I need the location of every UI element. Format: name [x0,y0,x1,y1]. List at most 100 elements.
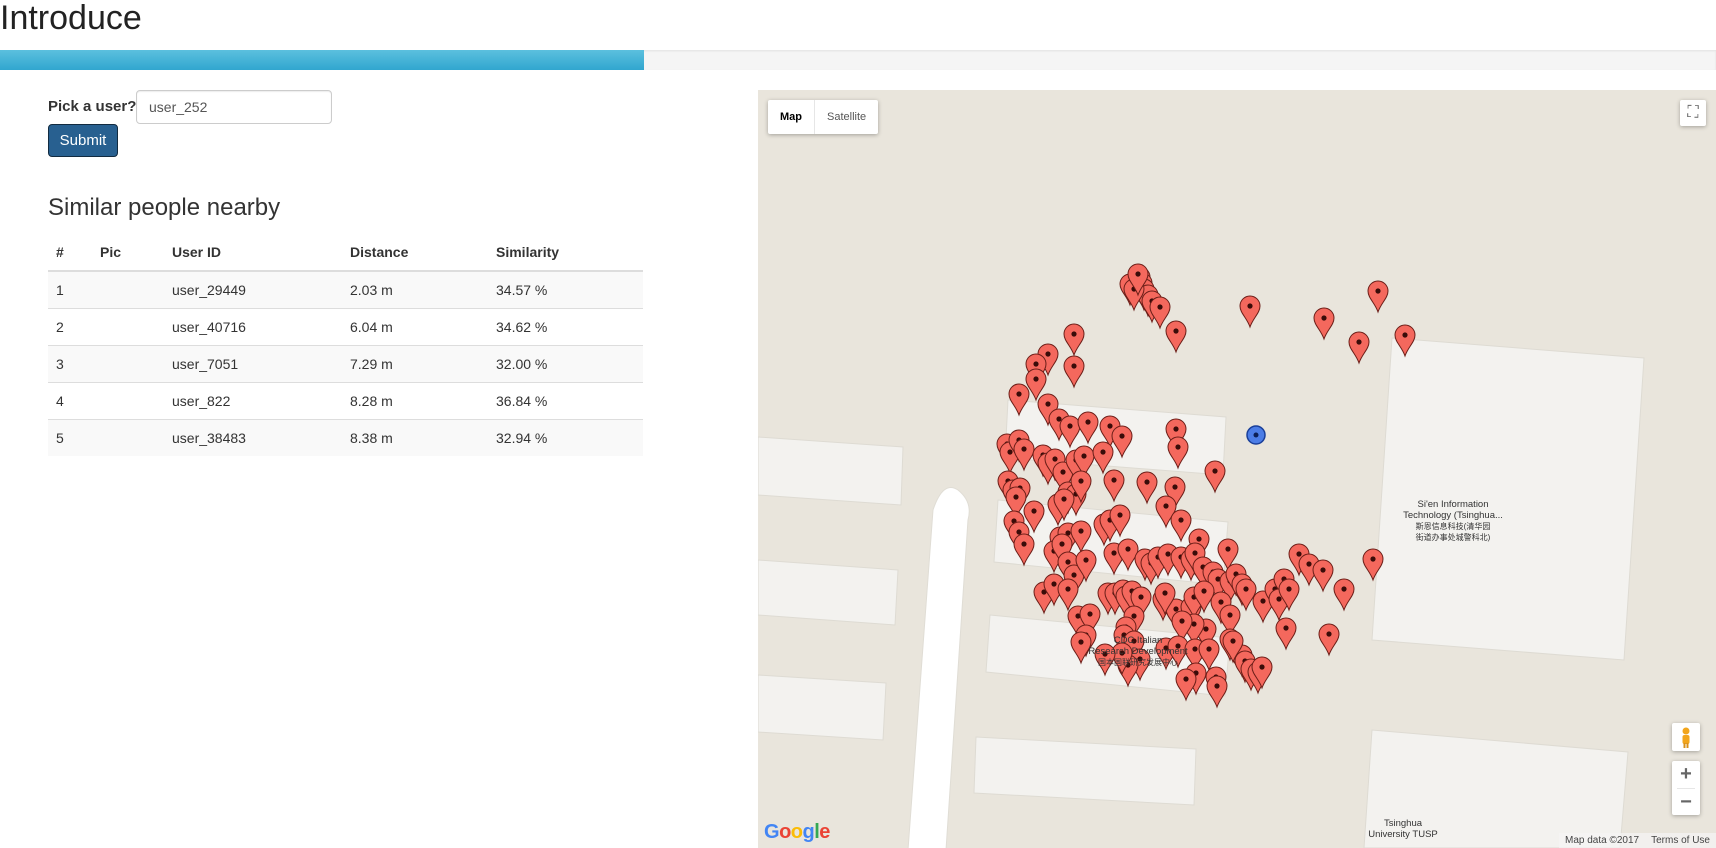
fullscreen-icon[interactable]: ⛶ [1680,100,1706,126]
map-marker[interactable] [1235,578,1257,612]
map-marker-dot [1071,572,1077,578]
map-marker-dot [1021,541,1027,547]
map-marker[interactable] [1333,578,1355,612]
map-marker-dot [1227,612,1233,618]
map-marker-dot [1021,446,1027,452]
map-marker[interactable] [1275,617,1297,651]
map-marker-dot [1320,567,1326,573]
map-marker[interactable] [1239,295,1261,329]
map-marker-dot [1007,449,1013,455]
map-marker[interactable] [1136,471,1158,505]
map-type-control: Map Satellite [768,100,879,134]
row-number: 2 [48,308,92,346]
user-input[interactable] [136,90,332,124]
zoom-control: + − [1672,761,1700,815]
submit-button[interactable]: Submit [48,124,118,157]
progress-fill [0,50,644,70]
map-canvas[interactable] [758,90,1716,848]
map-marker-dot [1051,581,1057,587]
map-marker-dot [1135,271,1141,277]
poi-text: CDC Italian [1113,635,1163,646]
map-marker[interactable] [1013,438,1035,472]
map[interactable]: Si'en Information Technology (Tsinghua..… [758,90,1716,848]
map-marker[interactable] [1348,331,1370,365]
row-distance: 7.29 m [342,345,488,383]
map-marker[interactable] [1175,668,1197,702]
column-header: # [48,234,92,272]
poi-text: 街道办事处城警科北) [1415,533,1491,542]
map-marker[interactable] [1165,320,1187,354]
table-header-row: # Pic User ID Distance Similarity [48,234,643,272]
poi-text: 斯恩信息科技(清华园 [1415,522,1491,531]
map-marker-dot [1165,551,1171,557]
row-similarity: 32.00 % [488,345,643,383]
map-marker-dot [1144,479,1150,485]
map-marker-dot [1326,631,1332,637]
map-marker-dot [1033,361,1039,367]
map-marker[interactable] [1206,675,1228,709]
results-table: # Pic User ID Distance Similarity 1 user… [48,234,643,456]
map-marker-dot [1078,478,1084,484]
map-marker-dot [1286,586,1292,592]
row-distance: 2.03 m [342,270,488,309]
map-marker[interactable] [1204,460,1226,494]
map-marker-dot [1033,376,1039,382]
map-marker[interactable] [1149,296,1171,330]
row-number: 1 [48,270,92,309]
progress-bar [0,50,1716,70]
table-row: 2 user_40716 6.04 m 34.62 % [48,308,643,346]
row-user-id: user_38483 [164,419,342,456]
map-marker-dot [1183,676,1189,682]
pegman-icon[interactable] [1672,723,1700,751]
row-number: 5 [48,419,92,456]
map-marker[interactable] [1312,559,1334,593]
row-similarity: 34.57 % [488,270,643,309]
map-marker-dot [1085,419,1091,425]
row-similarity: 32.94 % [488,419,643,456]
map-marker[interactable] [1103,469,1125,503]
zoom-in-icon[interactable]: + [1672,761,1700,788]
map-marker[interactable] [1057,578,1079,612]
map-marker[interactable] [1063,323,1085,357]
map-type-satellite-button[interactable]: Satellite [815,100,878,134]
row-pic [92,382,164,420]
row-user-id: user_29449 [164,270,342,309]
poi-label: CDC Italian Research Development 国本国联研究发… [1083,635,1193,668]
poi-label: Si'en Information Technology (Tsinghua..… [1398,499,1508,543]
map-type-map-button[interactable]: Map [768,100,815,134]
map-marker[interactable] [1092,441,1114,475]
map-marker[interactable] [1367,280,1389,314]
map-marker-dot [1065,586,1071,592]
map-marker-dot [1341,586,1347,592]
map-marker-dot [1111,550,1117,556]
map-marker-dot [1178,517,1184,523]
row-number: 3 [48,345,92,383]
terms-link[interactable]: Terms of Use [1651,835,1710,846]
zoom-out-icon[interactable]: − [1672,789,1700,816]
map-marker-dot [1016,391,1022,397]
google-logo: Google [764,821,830,843]
map-marker-dot [1173,328,1179,334]
map-marker-dot [1081,453,1087,459]
row-pic [92,270,164,309]
map-marker-dot [1045,351,1051,357]
map-marker-dot [1162,590,1168,596]
building-shape [973,736,1197,806]
map-marker[interactable] [1313,307,1335,341]
map-marker[interactable] [1318,623,1340,657]
road-shape [907,487,970,848]
map-marker-dot [1196,536,1202,542]
row-user-id: user_40716 [164,308,342,346]
map-marker-dot [1260,598,1266,604]
map-attribution: Map data ©2017 Terms of Use [1559,833,1716,848]
row-similarity: 34.62 % [488,308,643,346]
map-marker[interactable] [1063,355,1085,389]
row-number: 4 [48,382,92,420]
map-marker-dot [1117,512,1123,518]
map-data-text: Map data ©2017 [1565,835,1640,846]
map-marker-dot [1192,550,1198,556]
map-marker-dot [1212,468,1218,474]
map-marker-dot [1016,529,1022,535]
map-marker-dot [1125,546,1131,552]
map-marker-dot [1107,423,1113,429]
